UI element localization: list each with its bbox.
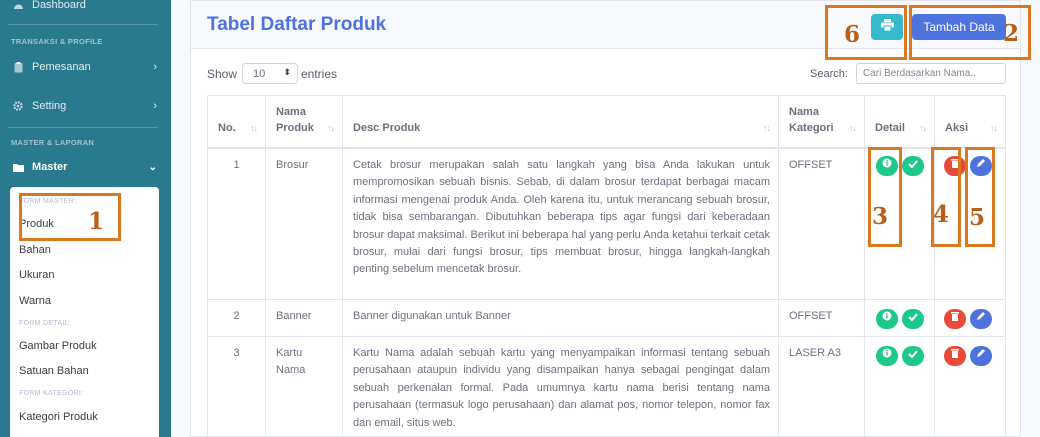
detail-info-button[interactable] bbox=[876, 346, 898, 366]
detail-info-button[interactable] bbox=[876, 309, 898, 329]
submenu-link-warna[interactable]: Warna bbox=[19, 295, 51, 307]
cell-desc-produk: Banner digunakan untuk Banner bbox=[353, 310, 511, 322]
column-header-no[interactable]: No. ↑↓ bbox=[208, 96, 266, 149]
search-label: Search: bbox=[810, 68, 848, 80]
annotation-label-2: 2 bbox=[1003, 20, 1020, 47]
cell-nama-produk: Brosur bbox=[276, 159, 309, 171]
check-icon bbox=[908, 310, 918, 327]
sidebar-item-label: Dashboard bbox=[32, 0, 86, 11]
cell-no: 1 bbox=[233, 159, 240, 171]
annotation-box-1 bbox=[19, 193, 121, 241]
sidebar-item-pemesanan[interactable]: Pemesanan › bbox=[0, 58, 171, 76]
select-arrows-icon: ⬍ bbox=[283, 67, 291, 77]
info-icon bbox=[882, 347, 892, 364]
cell-nama-kategori: OFFSET bbox=[789, 159, 833, 171]
chevron-down-icon: ⌄ bbox=[148, 161, 157, 173]
column-header-aksi[interactable]: Aksi ↑↓ bbox=[935, 96, 1005, 149]
trash-icon bbox=[951, 310, 959, 327]
sidebar-item-master[interactable]: Master ⌄ bbox=[0, 158, 171, 176]
detail-check-button[interactable] bbox=[902, 156, 924, 176]
dashboard-icon bbox=[12, 0, 24, 11]
annotation-label-3: 3 bbox=[872, 203, 889, 230]
cell-no: 3 bbox=[233, 347, 240, 359]
page-title: Tabel Daftar Produk bbox=[207, 14, 387, 35]
detail-check-button[interactable] bbox=[902, 346, 924, 366]
cell-nama-produk: Banner bbox=[276, 310, 312, 322]
submenu-link-kategori-produk[interactable]: Kategori Produk bbox=[19, 411, 98, 423]
pencil-icon bbox=[976, 347, 986, 364]
sort-icon: ↑↓ bbox=[327, 123, 335, 133]
submenu-heading-form-kategori: FORM KATEGORI: bbox=[19, 390, 84, 397]
cell-nama-kategori: LASER A3 bbox=[789, 347, 841, 359]
sidebar-item-dashboard[interactable]: Dashboard bbox=[0, 0, 171, 13]
entries-value: 10 bbox=[253, 67, 266, 80]
annotation-box-4 bbox=[931, 147, 961, 247]
trash-icon bbox=[951, 347, 959, 364]
chevron-right-icon: › bbox=[153, 100, 157, 112]
edit-button[interactable] bbox=[970, 309, 992, 329]
sidebar-item-label: Setting bbox=[32, 100, 67, 112]
submenu-link-bahan[interactable]: Bahan bbox=[19, 244, 51, 256]
annotation-label-5: 5 bbox=[969, 204, 986, 231]
sort-icon: ↑↓ bbox=[250, 123, 258, 133]
sort-icon: ↑↓ bbox=[919, 123, 927, 133]
table-row: 2 Banner Banner digunakan untuk Banner O… bbox=[208, 300, 1005, 337]
cell-desc-produk: Cetak brosur merupakan salah satu langka… bbox=[353, 159, 770, 276]
search-placeholder: Cari Berdasarkan Nama.. bbox=[863, 68, 976, 79]
annotation-box-6 bbox=[825, 5, 907, 60]
sidebar-item-label: Pemesanan bbox=[32, 61, 91, 73]
entries-label: entries bbox=[301, 67, 338, 81]
chevron-right-icon: › bbox=[153, 61, 157, 73]
sort-icon: ↑↓ bbox=[763, 123, 771, 133]
edit-button[interactable] bbox=[970, 346, 992, 366]
cell-nama-produk: Kartu Nama bbox=[276, 347, 306, 377]
sidebar-item-setting[interactable]: Setting › bbox=[0, 97, 171, 115]
submenu-link-ukuran[interactable]: Ukuran bbox=[19, 269, 54, 281]
folder-icon bbox=[12, 161, 24, 173]
info-icon bbox=[882, 310, 892, 327]
delete-button[interactable] bbox=[944, 346, 966, 366]
sidebar-heading-transaksi: TRANSAKSI & PROFILE bbox=[11, 37, 103, 46]
entries-select[interactable]: 10 ⬍ bbox=[242, 63, 298, 84]
sidebar-divider bbox=[8, 24, 158, 25]
sort-icon: ↑↓ bbox=[990, 123, 998, 133]
cell-nama-kategori: OFFSET bbox=[789, 310, 833, 322]
sidebar-heading-master: MASTER & LAPORAN bbox=[11, 138, 95, 147]
annotation-label-4: 4 bbox=[933, 201, 950, 228]
show-label: Show bbox=[207, 67, 238, 81]
detail-check-button[interactable] bbox=[902, 309, 924, 329]
delete-button[interactable] bbox=[944, 309, 966, 329]
gear-icon bbox=[12, 100, 24, 112]
annotation-label-1: 1 bbox=[88, 208, 105, 235]
clipboard-icon bbox=[12, 61, 24, 73]
search-input[interactable]: Cari Berdasarkan Nama.. bbox=[856, 63, 1006, 84]
sidebar-divider bbox=[8, 127, 158, 128]
check-icon bbox=[908, 157, 918, 174]
column-header-nama-kategori[interactable]: Nama Kategori ↑↓ bbox=[779, 96, 865, 149]
column-header-detail[interactable]: Detail ↑↓ bbox=[865, 96, 935, 149]
column-header-desc-produk[interactable]: Desc Produk ↑↓ bbox=[343, 96, 779, 149]
check-icon bbox=[908, 347, 918, 364]
annotation-label-6: 6 bbox=[844, 21, 861, 48]
table-row: 3 Kartu Nama Kartu Nama adalah sebuah ka… bbox=[208, 337, 1005, 437]
submenu-link-gambar-produk[interactable]: Gambar Produk bbox=[19, 340, 97, 352]
annotation-box-5 bbox=[965, 147, 995, 247]
cell-no: 2 bbox=[233, 310, 240, 322]
cell-desc-produk: Kartu Nama adalah sebuah kartu yang meny… bbox=[353, 347, 770, 429]
sidebar-item-label: Master bbox=[32, 161, 68, 173]
submenu-heading-form-detail: FORM DETAIL: bbox=[19, 320, 72, 327]
annotation-box-3 bbox=[868, 147, 902, 247]
sort-icon: ↑↓ bbox=[849, 123, 857, 133]
pencil-icon bbox=[976, 310, 986, 327]
submenu-link-satuan-bahan[interactable]: Satuan Bahan bbox=[19, 365, 89, 377]
column-header-nama-produk[interactable]: Nama Produk ↑↓ bbox=[266, 96, 343, 149]
